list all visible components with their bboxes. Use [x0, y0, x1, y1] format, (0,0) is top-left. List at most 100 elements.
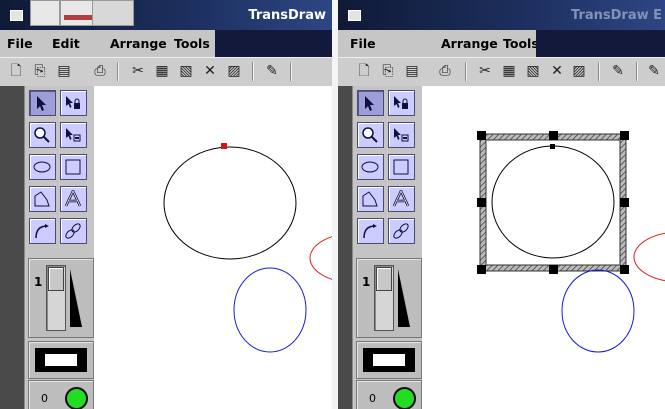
menu-file[interactable]: File	[7, 36, 33, 51]
ellipse-tool[interactable]	[357, 154, 384, 180]
selection-handle[interactable]	[477, 198, 486, 207]
desktop-edge	[0, 86, 24, 409]
select-arrow-tool[interactable]	[29, 90, 56, 116]
selection-frame[interactable]	[479, 133, 627, 272]
title-bar[interactable]: TransDraw E	[338, 0, 665, 30]
link-icon[interactable]: ✎	[264, 63, 280, 79]
selection-handle[interactable]	[620, 198, 629, 207]
ellipse-tool[interactable]	[29, 154, 56, 180]
toolbar-separator	[117, 62, 119, 81]
red-ellipse[interactable]	[633, 232, 665, 282]
taskbar-thumbnail[interactable]	[30, 0, 60, 26]
paste-icon[interactable]: ▧	[178, 63, 194, 79]
status-led-icon	[65, 387, 88, 409]
more-icon[interactable]: ✎	[646, 63, 662, 79]
duplicate-icon[interactable]: ▨	[226, 63, 242, 79]
toolbar: 🗋 ⎘ ▤ ⎙ ✂ ▦ ▧ ✕ ▨ ✎	[0, 57, 332, 87]
zoom-tool[interactable]	[29, 122, 56, 148]
slider-knob[interactable]	[48, 267, 64, 291]
delete-icon[interactable]: ✕	[549, 63, 565, 79]
paste-icon[interactable]: ▧	[525, 63, 541, 79]
new-icon[interactable]: 🗋	[8, 63, 24, 79]
toolbar-separator	[252, 62, 254, 81]
red-ellipse[interactable]	[309, 233, 332, 283]
save-icon[interactable]: ▤	[404, 63, 420, 79]
open-icon[interactable]: ⎘	[380, 63, 396, 79]
point-select-tool[interactable]	[60, 122, 87, 148]
selection-handle[interactable]	[549, 265, 558, 274]
line-color-swatch[interactable]	[35, 348, 87, 372]
fill-color-swatch[interactable]	[373, 354, 405, 366]
line-width-slider[interactable]	[46, 265, 66, 331]
canvas-drawing	[477, 131, 665, 353]
select-arrow-tool[interactable]	[357, 90, 384, 116]
line-width-slider[interactable]	[374, 265, 394, 331]
selection-handle[interactable]	[620, 131, 629, 140]
menu-bar: File Edit Arrange Tools	[0, 30, 215, 57]
print-icon[interactable]: ⎙	[437, 63, 453, 79]
menu-edit[interactable]: Edit	[52, 36, 80, 51]
menu-file[interactable]: File	[350, 36, 376, 51]
tool-palette: 1 0	[352, 86, 423, 409]
polygon-tool[interactable]	[357, 186, 384, 212]
lock-select-tool[interactable]	[388, 90, 415, 116]
copy-icon[interactable]: ▦	[154, 63, 170, 79]
open-icon[interactable]: ⎘	[32, 63, 48, 79]
toolbar-separator	[290, 62, 292, 81]
link-icon[interactable]: ✎	[610, 63, 626, 79]
taskbar-thumbnail[interactable]	[92, 0, 134, 26]
color-control[interactable]	[28, 341, 94, 379]
rectangle-tool[interactable]	[60, 154, 87, 180]
title-bar[interactable]: TransDraw	[0, 0, 332, 30]
transdraw-window-left: TransDraw File Edit Arrange Tools 🗋 ⎘ ▤ …	[0, 0, 332, 409]
window-menu-icon[interactable]	[348, 10, 361, 21]
selection-handle[interactable]	[477, 131, 486, 140]
desktop-edge	[338, 86, 352, 409]
blue-ellipse[interactable]	[561, 269, 635, 353]
fill-color-swatch[interactable]	[45, 354, 77, 366]
drawing-canvas[interactable]	[422, 86, 665, 409]
print-icon[interactable]: ⎙	[92, 63, 108, 79]
copy-icon[interactable]: ▦	[501, 63, 517, 79]
black-ellipse[interactable]	[163, 146, 297, 260]
selected-point-handle[interactable]	[221, 143, 227, 149]
menu-arrange[interactable]: Arrange	[441, 36, 498, 51]
selection-handle[interactable]	[620, 265, 629, 274]
menu-tools[interactable]: Tools	[174, 36, 210, 51]
lock-select-tool[interactable]	[60, 90, 87, 116]
new-icon[interactable]: 🗋	[356, 63, 372, 79]
slider-knob[interactable]	[376, 267, 392, 291]
drawing-canvas[interactable]	[94, 86, 332, 409]
link-tool[interactable]	[60, 218, 87, 244]
text-tool[interactable]	[388, 186, 415, 212]
point-select-tool[interactable]	[388, 122, 415, 148]
save-icon[interactable]: ▤	[56, 63, 72, 79]
black-ellipse-selected[interactable]	[491, 145, 615, 259]
line-width-wedge-icon	[70, 269, 82, 327]
zoom-tool[interactable]	[357, 122, 384, 148]
line-color-swatch[interactable]	[363, 348, 415, 372]
menu-arrange[interactable]: Arrange	[110, 36, 167, 51]
window-title: TransDraw E	[571, 8, 663, 23]
line-width-wedge-icon	[398, 269, 410, 327]
delete-icon[interactable]: ✕	[202, 63, 218, 79]
ellipse-point-handle[interactable]	[550, 144, 555, 149]
toolbar-separator	[465, 62, 467, 81]
menu-bar: File Arrange Tools	[338, 30, 539, 57]
curve-tool[interactable]	[357, 218, 384, 244]
text-tool[interactable]	[60, 186, 87, 212]
menu-tools[interactable]: Tools	[503, 36, 539, 51]
blue-ellipse[interactable]	[233, 267, 307, 353]
rectangle-tool[interactable]	[388, 154, 415, 180]
selection-handle[interactable]	[477, 265, 486, 274]
selection-handle[interactable]	[549, 131, 558, 140]
window-menu-icon[interactable]	[10, 10, 23, 21]
line-width-value: 1	[362, 275, 371, 289]
cut-icon[interactable]: ✂	[477, 63, 493, 79]
polygon-tool[interactable]	[29, 186, 56, 212]
link-tool[interactable]	[388, 218, 415, 244]
curve-tool[interactable]	[29, 218, 56, 244]
cut-icon[interactable]: ✂	[130, 63, 146, 79]
color-control[interactable]	[356, 341, 422, 379]
duplicate-icon[interactable]: ▨	[571, 63, 587, 79]
